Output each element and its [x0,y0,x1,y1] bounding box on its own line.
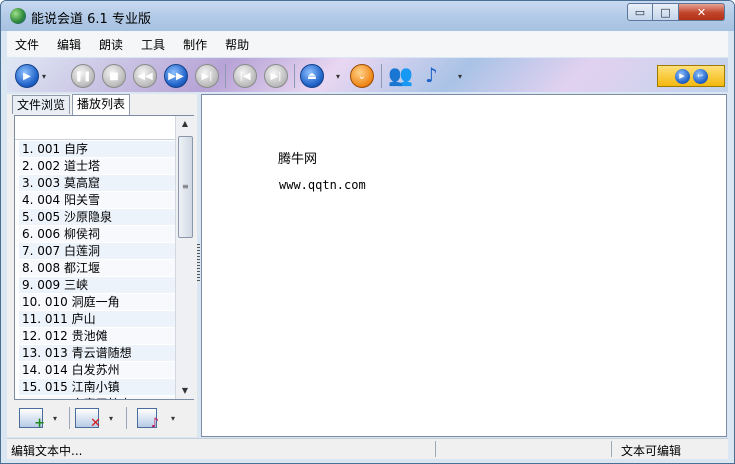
skip-end-button[interactable]: ▶| [195,64,219,88]
play-dropdown-icon[interactable]: ▾ [42,72,46,81]
previous-icon: |◀ [239,70,251,82]
tools-separator [69,407,70,429]
mini-play-icon[interactable]: ▶ [674,68,690,84]
voice-dropdown-icon[interactable]: ▾ [458,72,462,81]
left-panel: 文件浏览 播放列表 1. 001 自序 2. 002 道士塔 3. 003 莫高窟 4… [7,94,197,437]
menu-tools[interactable]: 工具 [132,36,174,53]
tab-file-browser[interactable]: 文件浏览 [12,95,71,114]
window-title: 能说会道 6.1 专业版 [31,12,151,27]
list-item[interactable]: 5. 005 沙原隐泉 [19,209,175,226]
toolbar-separator [225,64,226,88]
eject-icon: ⏏ [307,70,317,82]
playlist-viewport: 1. 001 自序 2. 002 道士塔 3. 003 莫高窟 4. 004 阳关雪 5… [15,116,175,399]
list-item[interactable]: 10. 010 洞庭一角 [19,294,175,311]
list-item[interactable]: 3. 003 莫高窟 [19,175,175,192]
skip-end-icon: ▶| [201,70,213,82]
list-item[interactable]: 8. 008 都江堰 [19,260,175,277]
eject-button[interactable]: ⏏ [300,64,324,88]
close-button[interactable]: ✕ [679,3,725,21]
music-list-icon: ♪ [150,416,159,431]
mini-player-panel: ▶ ↩ [657,65,725,87]
toolbar-separator [294,64,295,88]
list-item[interactable]: 14. 014 白发苏州 [19,362,175,379]
list-item[interactable]: 12. 012 贵池傩 [19,328,175,345]
playlist-scrollbar[interactable]: ▲ ≡ ▼ [175,116,194,399]
fast-forward-icon: ▶▶ [168,70,184,82]
tools-separator [126,407,127,429]
list-item[interactable]: 13. 013 青云谱随想 [19,345,175,362]
list-item[interactable]: 7. 007 白莲洞 [19,243,175,260]
add-dropdown-icon[interactable]: ▾ [53,414,57,423]
previous-button[interactable]: |◀ [233,64,257,88]
minimize-button[interactable]: ▭ [627,3,653,21]
list-item[interactable]: 6. 006 柳侯祠 [19,226,175,243]
mini-return-icon[interactable]: ↩ [692,68,708,84]
menu-file[interactable]: 文件 [7,36,48,53]
status-divider [611,441,612,457]
pause-button[interactable]: ❚❚ [71,64,95,88]
list-item[interactable]: 4. 004 阳关雪 [19,192,175,209]
next-button[interactable]: ▶| [264,64,288,88]
playlist-header [15,116,175,140]
scroll-up-icon[interactable]: ▲ [176,116,194,132]
music-note-icon[interactable]: ♪ [425,63,438,87]
next-icon: ▶| [270,70,282,82]
app-logo-icon [10,8,26,24]
playlist: 1. 001 自序 2. 002 道士塔 3. 003 莫高窟 4. 004 阳关雪 5… [19,141,175,399]
document-title: 腾牛网 [278,152,318,167]
status-divider [435,441,436,457]
toolbar: ▶ ▾ ❚❚ ■ ◀◀ ▶▶ ▶| |◀ ▶| ⏏ ▾ ⌄ 👥 ♪ ▾ ▶ ↩ [7,58,728,92]
play-button[interactable]: ▶ [15,64,39,88]
play-icon: ▶ [23,70,31,82]
document-url: www.qqtn.com [279,178,366,192]
rewind-button[interactable]: ◀◀ [133,64,157,88]
scroll-grip-icon: ≡ [182,182,189,191]
fast-forward-button[interactable]: ▶▶ [164,64,188,88]
window-controls: ▭ □ ✕ [627,3,725,21]
list-item[interactable]: 9. 009 三峡 [19,277,175,294]
toolbar-separator [381,64,382,88]
menu-read[interactable]: 朗读 [90,36,132,53]
list-item[interactable]: 11. 011 庐山 [19,311,175,328]
scroll-down-icon[interactable]: ▼ [176,383,194,399]
stop-button[interactable]: ■ [102,64,126,88]
maximize-button[interactable]: □ [653,3,679,21]
menu-edit[interactable]: 编辑 [48,36,90,53]
pause-icon: ❚❚ [74,70,92,82]
splitter-grip[interactable] [197,244,200,282]
playlist-options-button[interactable]: ♪ [137,408,159,431]
menu-help[interactable]: 帮助 [216,36,258,53]
options-dropdown-icon[interactable]: ▾ [171,414,175,423]
add-icon: + [34,416,45,431]
remove-dropdown-icon[interactable]: ▾ [109,414,113,423]
stop-icon: ■ [109,70,119,82]
list-item[interactable]: 16. 016 寂寞天柱山 [19,396,175,399]
playlist-box: 1. 001 自序 2. 002 道士塔 3. 003 莫高窟 4. 004 阳关雪 5… [14,115,194,400]
add-item-button[interactable]: + [19,408,45,431]
list-item[interactable]: 2. 002 道士塔 [19,158,175,175]
status-message: 编辑文本中... [11,444,83,458]
text-editor[interactable]: 腾牛网 www.qqtn.com [201,94,727,437]
status-bar: 编辑文本中... 文本可编辑 [7,438,728,459]
title-bar[interactable]: 能说会道 6.1 专业版 ▭ □ ✕ [1,1,734,31]
list-item[interactable]: 15. 015 江南小镇 [19,379,175,396]
download-button[interactable]: ⌄ [350,64,374,88]
app-window: 能说会道 6.1 专业版 ▭ □ ✕ 文件 编辑 朗读 工具 制作 帮助 ▶ ▾… [0,0,735,464]
chevron-down-icon: ⌄ [357,70,367,82]
rewind-icon: ◀◀ [137,70,153,82]
list-item[interactable]: 1. 001 自序 [19,141,175,158]
menu-bar: 文件 编辑 朗读 工具 制作 帮助 [7,31,728,57]
eject-dropdown-icon[interactable]: ▾ [336,72,340,81]
scroll-thumb[interactable]: ≡ [178,136,193,238]
tab-playlist[interactable]: 播放列表 [72,94,131,115]
remove-item-button[interactable]: ✕ [75,408,101,431]
users-icon[interactable]: 👥 [388,63,413,87]
playlist-tools: + ▾ ✕ ▾ ♪ ▾ [15,405,193,431]
edit-state: 文本可编辑 [621,444,682,458]
delete-icon: ✕ [90,416,101,431]
menu-make[interactable]: 制作 [174,36,216,53]
